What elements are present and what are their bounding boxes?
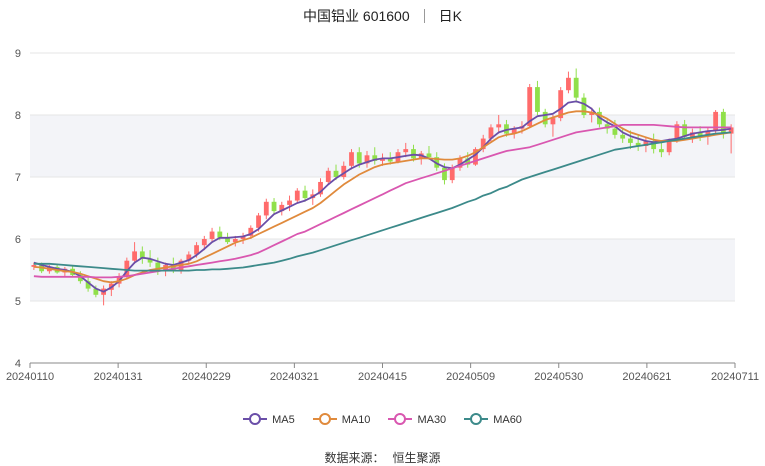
- source-name: 恒生聚源: [392, 451, 441, 465]
- candle-down: [411, 149, 416, 159]
- y-tick-label: 5: [15, 296, 21, 308]
- legend-item-ma5[interactable]: MA5: [243, 412, 295, 426]
- y-tick-label: 6: [15, 234, 21, 246]
- candle-up: [666, 141, 672, 153]
- x-tick-label: 20240229: [182, 371, 231, 383]
- source-label: 数据来源：: [324, 451, 385, 465]
- candle-up: [349, 152, 354, 166]
- candle-down: [620, 134, 626, 139]
- x-tick-label: 20240530: [534, 371, 583, 383]
- legend-marker-icon: [388, 413, 413, 425]
- candle-down: [356, 152, 362, 164]
- candle-down: [426, 153, 432, 158]
- x-tick-label: 20240321: [270, 371, 319, 383]
- candle-down: [217, 231, 223, 238]
- x-tick-label: 20240509: [446, 371, 495, 383]
- candle-up: [209, 231, 215, 239]
- x-tick-label: 20240711: [711, 371, 759, 383]
- legend-marker-icon: [464, 413, 489, 425]
- data-source: 数据来源： 恒生聚源: [0, 449, 765, 466]
- candle-down: [535, 87, 540, 112]
- legend-marker-icon: [312, 413, 337, 425]
- chart-legend: MA5 MA10 MA30 MA60: [0, 412, 765, 426]
- y-tick-label: 7: [15, 172, 21, 184]
- candle-up: [201, 239, 207, 246]
- legend-item-ma30[interactable]: MA30: [388, 412, 446, 426]
- legend-label: MA5: [272, 414, 295, 426]
- candle-up: [550, 118, 556, 125]
- candle-up: [496, 124, 502, 128]
- candle-up: [132, 251, 137, 261]
- legend-marker-icon: [243, 413, 268, 425]
- candlestick-chart: 4 5 6 7 8 9 20240110 20240131 20240229 20240321 20…: [6, 48, 759, 383]
- candle-up: [256, 215, 261, 228]
- candle-down: [302, 190, 308, 199]
- candle-down: [271, 201, 277, 212]
- candle-up: [294, 190, 300, 201]
- candle-down: [333, 170, 339, 177]
- candle-down: [658, 149, 664, 153]
- y-tick-label: 4: [15, 358, 21, 370]
- candle-down: [628, 138, 633, 143]
- candle-down: [573, 77, 579, 98]
- candle-down: [612, 128, 618, 135]
- candle-up: [403, 149, 409, 153]
- legend-item-ma10[interactable]: MA10: [312, 412, 371, 426]
- x-tick-label: 20240131: [94, 371, 143, 383]
- y-tick-label: 8: [15, 110, 21, 122]
- candle-up: [566, 77, 571, 91]
- candle-up: [287, 200, 292, 205]
- x-tick-label: 20240415: [358, 371, 407, 383]
- x-tick-label: 20240621: [622, 371, 671, 383]
- y-tick-label: 9: [15, 48, 21, 60]
- legend-item-ma60[interactable]: MA60: [464, 412, 522, 426]
- candle-up: [325, 170, 331, 182]
- chart-container: 中国铝业 601600 日K 4 5 6 7 8 9 20240110 20240131 2024…: [0, 0, 765, 465]
- candle-up: [263, 201, 269, 216]
- candle-down: [542, 111, 548, 125]
- legend-label: MA10: [341, 414, 371, 426]
- legend-label: MA60: [493, 414, 522, 426]
- legend-label: MA30: [417, 414, 447, 426]
- x-tick-label: 20240110: [6, 371, 54, 383]
